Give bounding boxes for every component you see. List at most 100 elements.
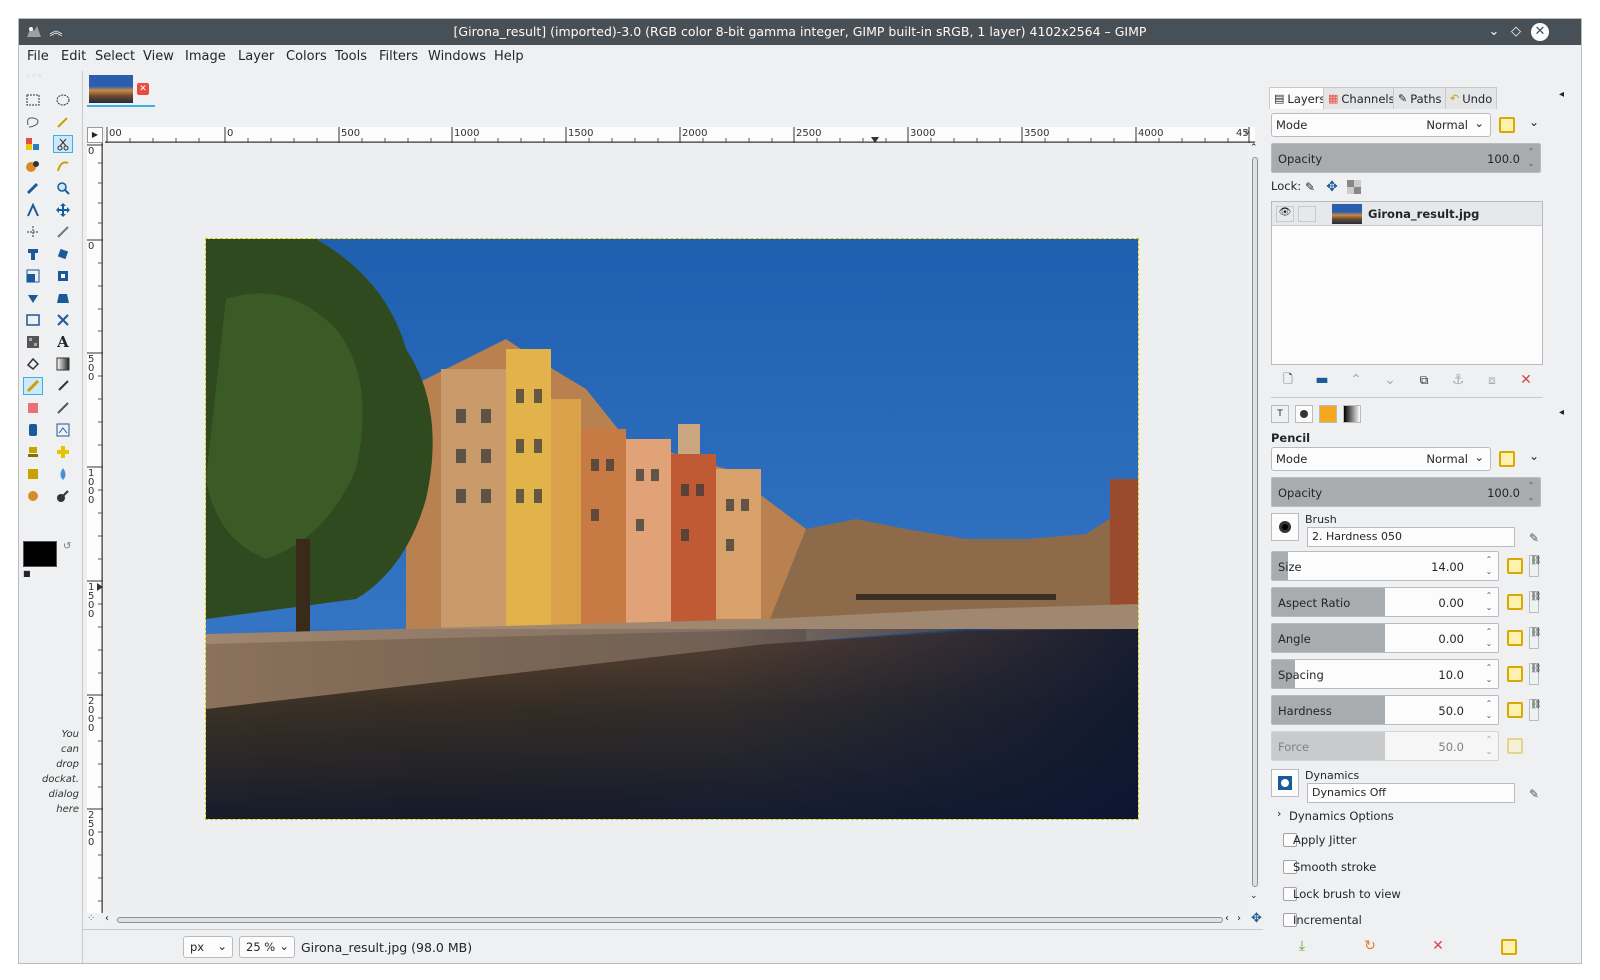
fuzzy-select-icon[interactable] bbox=[53, 113, 73, 131]
move-icon[interactable] bbox=[53, 201, 73, 219]
heal-icon[interactable] bbox=[53, 443, 73, 461]
menu-help[interactable]: Help bbox=[494, 49, 524, 64]
restore-options-icon[interactable]: ↻ bbox=[1361, 937, 1379, 955]
menu-edit[interactable]: Edit bbox=[61, 49, 86, 64]
hardness-spin-icon[interactable]: ⌃ ⌄ bbox=[1482, 698, 1496, 722]
dynamics-name-field[interactable]: Dynamics Off bbox=[1307, 783, 1515, 803]
swap-colors-icon[interactable]: ↺ bbox=[63, 541, 71, 552]
angle-reset-icon[interactable] bbox=[1507, 630, 1523, 646]
aspect-ratio-spin-icon[interactable]: ⌃ ⌄ bbox=[1482, 590, 1496, 614]
shear-icon[interactable] bbox=[53, 267, 73, 285]
scale-icon[interactable] bbox=[23, 267, 43, 285]
size-spin-icon[interactable]: ⌃ ⌄ bbox=[1482, 554, 1496, 578]
layer-chain-toggle[interactable] bbox=[1298, 206, 1316, 222]
incremental-label[interactable]: Incremental bbox=[1293, 913, 1362, 927]
edit-dynamics-icon[interactable]: ✎ bbox=[1525, 785, 1543, 803]
menu-arrow-icon[interactable]: ▶ bbox=[87, 127, 103, 143]
scissors-select-icon[interactable] bbox=[53, 135, 73, 153]
pencil-icon[interactable] bbox=[23, 377, 43, 395]
menu-windows[interactable]: Windows bbox=[428, 49, 486, 64]
alignment-icon[interactable] bbox=[23, 223, 43, 241]
horizontal-scroll-thumb[interactable] bbox=[117, 917, 1223, 923]
chevron-right-icon[interactable]: › bbox=[1277, 807, 1281, 820]
gradient-icon[interactable] bbox=[53, 355, 73, 373]
raise-layer-icon[interactable]: ⌃ bbox=[1347, 371, 1365, 389]
force-slider[interactable]: Force 50.0 ⌃ ⌄ bbox=[1271, 731, 1499, 761]
smudge-icon[interactable] bbox=[23, 487, 43, 505]
brush-preview[interactable] bbox=[1271, 513, 1299, 541]
measure-icon[interactable] bbox=[23, 201, 43, 219]
tool-mode-select[interactable]: Mode Normal ⌄ bbox=[1271, 447, 1491, 471]
reset-options-icon[interactable] bbox=[1501, 939, 1517, 955]
scroll-left-icon[interactable]: ‹ bbox=[105, 913, 109, 924]
tool-mode-reset-icon[interactable] bbox=[1499, 451, 1515, 467]
image-canvas[interactable] bbox=[205, 238, 1139, 820]
layer-opacity-slider[interactable]: Opacity 100.0 ⌃ ⌄ bbox=[1271, 143, 1541, 173]
tool-opacity-spin-icon[interactable]: ⌃ ⌄ bbox=[1524, 480, 1538, 504]
dynamics-options-expander[interactable]: Dynamics Options bbox=[1289, 809, 1394, 823]
brushes-tab-icon[interactable] bbox=[1295, 405, 1313, 423]
layer-name[interactable]: Girona_result.jpg bbox=[1368, 207, 1479, 221]
scroll-left-icon-2[interactable]: ‹ bbox=[1225, 913, 1229, 924]
rotate-icon[interactable] bbox=[53, 245, 73, 263]
spacing-slider[interactable]: Spacing 10.0 ⌃ ⌄ bbox=[1271, 659, 1499, 689]
tab-paths[interactable]: ✎ Paths bbox=[1393, 87, 1447, 109]
rect-select-icon[interactable] bbox=[23, 91, 43, 109]
tab-channels[interactable]: ▦ Channels bbox=[1323, 87, 1400, 109]
lower-layer-icon[interactable]: ⌄ bbox=[1381, 371, 1399, 389]
tab-layers[interactable]: ▤ Layers bbox=[1269, 87, 1331, 109]
foreground-color-swatch[interactable] bbox=[23, 541, 57, 567]
zoom-icon[interactable] bbox=[53, 179, 73, 197]
dodge-burn-icon[interactable] bbox=[53, 487, 73, 505]
foreground-select-icon[interactable] bbox=[23, 157, 43, 175]
paintbrush-icon[interactable] bbox=[53, 377, 73, 395]
chevron-down-icon[interactable]: ⌄ bbox=[1529, 449, 1539, 463]
hardness-reset-icon[interactable] bbox=[1507, 702, 1523, 718]
mypaint-brush-icon[interactable] bbox=[53, 421, 73, 439]
clone-icon[interactable] bbox=[23, 443, 43, 461]
eraser-icon[interactable] bbox=[23, 399, 43, 417]
force-spin-icon[interactable]: ⌃ ⌄ bbox=[1482, 734, 1496, 758]
aspect-ratio-reset-icon[interactable] bbox=[1507, 594, 1523, 610]
merge-layer-icon[interactable]: ⧈ bbox=[1483, 371, 1501, 389]
brush-name-field[interactable]: 2. Hardness 050 bbox=[1307, 527, 1515, 547]
layer-mode-select[interactable]: Mode Normal ⌄ bbox=[1271, 113, 1491, 137]
tool-options-tab-icon[interactable]: T bbox=[1271, 405, 1289, 423]
force-reset-icon[interactable] bbox=[1507, 738, 1523, 754]
dynamics-preview[interactable] bbox=[1271, 769, 1299, 797]
spacing-reset-icon[interactable] bbox=[1507, 666, 1523, 682]
smooth-stroke-label[interactable]: Smooth stroke bbox=[1293, 860, 1376, 874]
lock-brush-label[interactable]: Lock brush to view bbox=[1293, 887, 1401, 901]
minimize-icon[interactable]: ⌄ bbox=[1485, 23, 1503, 41]
aspect-ratio-link-icon[interactable]: ⛓ bbox=[1529, 591, 1541, 613]
bucket-fill-icon[interactable] bbox=[23, 333, 43, 351]
blur-icon[interactable] bbox=[53, 465, 73, 483]
layer-row[interactable]: 👁 Girona_result.jpg bbox=[1272, 202, 1542, 226]
image-tab[interactable]: ✕ bbox=[87, 73, 155, 107]
edit-brush-icon[interactable]: ✎ bbox=[1525, 529, 1543, 547]
vertical-scrollbar[interactable]: ⌃ ⌄ bbox=[1249, 143, 1261, 913]
chevron-down-icon[interactable]: ⌄ bbox=[1529, 115, 1539, 129]
delete-layer-icon[interactable]: ✕ bbox=[1517, 371, 1535, 389]
angle-slider[interactable]: Angle 0.00 ⌃ ⌄ bbox=[1271, 623, 1499, 653]
size-reset-icon[interactable] bbox=[1507, 558, 1523, 574]
ellipse-select-icon[interactable] bbox=[53, 91, 73, 109]
scroll-down-icon[interactable]: ⌄ bbox=[1250, 891, 1258, 901]
lock-alpha-icon[interactable] bbox=[1345, 178, 1363, 196]
quick-mask-icon[interactable]: ⁘ bbox=[87, 913, 95, 924]
unified-transform-icon[interactable] bbox=[23, 245, 43, 263]
menu-image[interactable]: Image bbox=[185, 49, 226, 64]
vertical-scroll-thumb[interactable] bbox=[1252, 157, 1258, 887]
zoom-select[interactable]: 25 % ⌄ bbox=[239, 936, 295, 958]
anchor-layer-icon[interactable]: ⚓ bbox=[1449, 371, 1467, 389]
angle-spin-icon[interactable]: ⌃ ⌄ bbox=[1482, 626, 1496, 650]
menu-view[interactable]: View bbox=[143, 49, 174, 64]
menu-select[interactable]: Select bbox=[95, 49, 135, 64]
dock-menu-icon-2[interactable]: ◂ bbox=[1559, 407, 1564, 418]
warp-transform-icon[interactable] bbox=[53, 311, 73, 329]
opacity-spin-icon[interactable]: ⌃ ⌄ bbox=[1524, 146, 1538, 170]
spacing-link-icon[interactable]: ⛓ bbox=[1529, 663, 1541, 685]
select-by-color-icon[interactable] bbox=[23, 135, 43, 153]
maximize-icon[interactable]: ◇ bbox=[1507, 23, 1525, 41]
hardness-slider[interactable]: Hardness 50.0 ⌃ ⌄ bbox=[1271, 695, 1499, 725]
